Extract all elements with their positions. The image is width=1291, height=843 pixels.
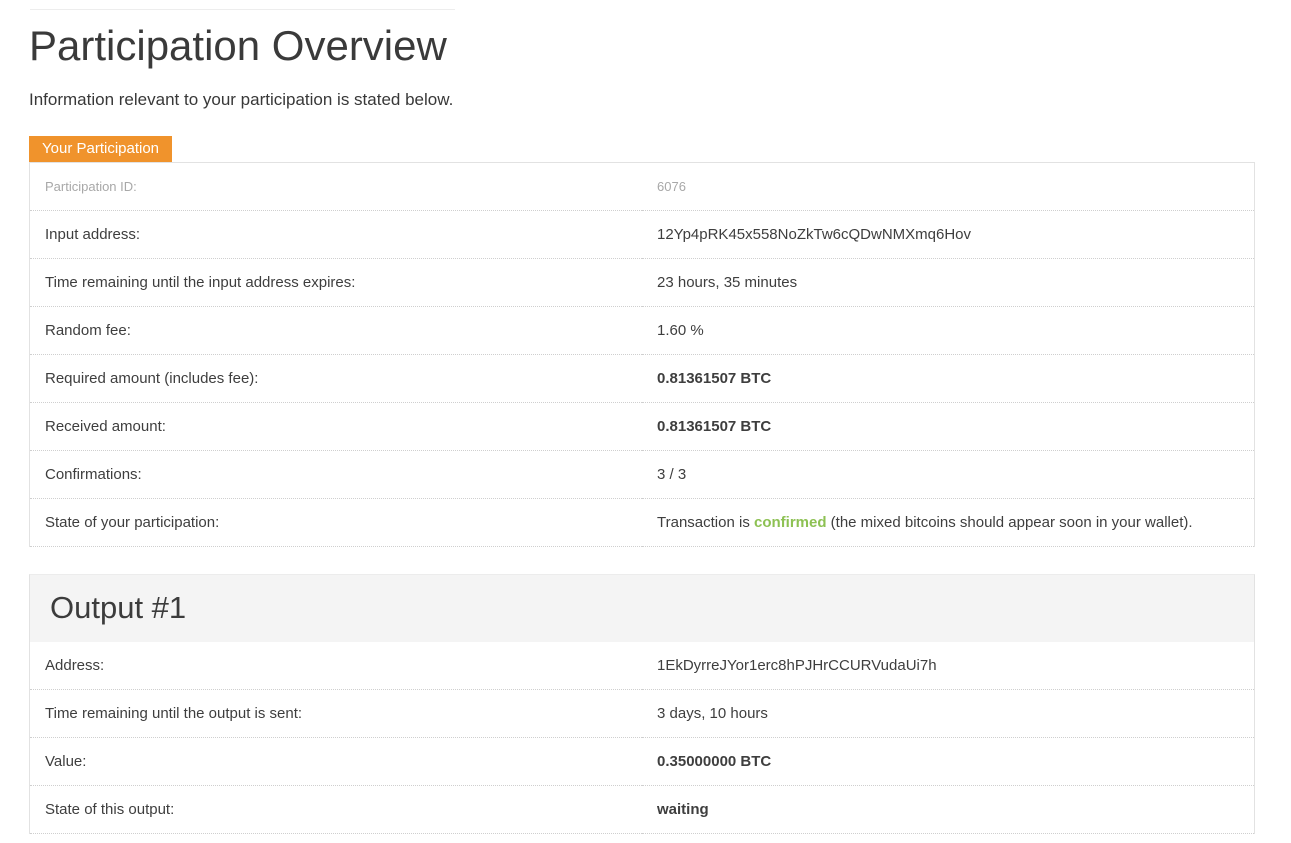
row-label: Value:: [30, 737, 642, 785]
row-label: Confirmations:: [30, 450, 643, 498]
top-divider: [30, 9, 455, 10]
table-row-time-remaining-output: Time remaining until the output is sent:…: [30, 689, 1254, 737]
table-row-time-remaining-input: Time remaining until the input address e…: [30, 258, 1255, 306]
table-row-output-value: Value: 0.35000000 BTC: [30, 737, 1254, 785]
table-row-required-amount: Required amount (includes fee): 0.813615…: [30, 354, 1255, 402]
table-row-received-amount: Received amount: 0.81361507 BTC: [30, 402, 1255, 450]
output-1-table: Address: 1EkDyrreJYor1erc8hPJHrCCURVudaU…: [30, 642, 1254, 834]
row-label: State of your participation:: [30, 498, 643, 546]
row-value: 23 hours, 35 minutes: [642, 258, 1255, 306]
output-1-panel: Output #1 Address: 1EkDyrreJYor1erc8hPJH…: [29, 574, 1255, 834]
row-value: 6076: [642, 162, 1255, 210]
table-row-output-state: State of this output: waiting: [30, 785, 1254, 833]
row-value: 0.35000000 BTC: [642, 737, 1254, 785]
row-value: 1.60 %: [642, 306, 1255, 354]
table-row-input-address: Input address: 12Yp4pRK45x558NoZkTw6cQDw…: [30, 210, 1255, 258]
row-label: Random fee:: [30, 306, 643, 354]
row-label: State of this output:: [30, 785, 642, 833]
row-label: Input address:: [30, 210, 643, 258]
row-value: 12Yp4pRK45x558NoZkTw6cQDwNMXmq6Hov: [642, 210, 1255, 258]
row-value: 3 / 3: [642, 450, 1255, 498]
page-content: Participation Overview Information relev…: [29, 9, 1255, 834]
row-value: 3 days, 10 hours: [642, 689, 1254, 737]
row-value: 1EkDyrreJYor1erc8hPJHrCCURVudaUi7h: [642, 642, 1254, 690]
row-value: 0.81361507 BTC: [642, 354, 1255, 402]
page-title: Participation Overview: [29, 22, 1255, 70]
participation-table: Participation ID: 6076 Input address: 12…: [29, 162, 1255, 547]
row-value: 0.81361507 BTC: [642, 402, 1255, 450]
your-participation-badge: Your Participation: [29, 136, 172, 162]
table-row-confirmations: Confirmations: 3 / 3: [30, 450, 1255, 498]
status-confirmed: confirmed: [754, 514, 827, 531]
row-label: Time remaining until the input address e…: [30, 258, 643, 306]
state-text-suffix: (the mixed bitcoins should appear soon i…: [827, 514, 1193, 531]
page-subtitle: Information relevant to your participati…: [29, 91, 1255, 110]
status-waiting: waiting: [642, 785, 1254, 833]
row-value: Transaction is confirmed (the mixed bitc…: [642, 498, 1255, 546]
table-row-output-address: Address: 1EkDyrreJYor1erc8hPJHrCCURVudaU…: [30, 642, 1254, 690]
output-1-header: Output #1: [30, 575, 1254, 642]
row-label: Participation ID:: [30, 162, 643, 210]
row-label: Required amount (includes fee):: [30, 354, 643, 402]
state-text-prefix: Transaction is: [657, 514, 754, 531]
table-row-participation-id: Participation ID: 6076: [30, 162, 1255, 210]
row-label: Time remaining until the output is sent:: [30, 689, 642, 737]
row-label: Received amount:: [30, 402, 643, 450]
table-row-random-fee: Random fee: 1.60 %: [30, 306, 1255, 354]
table-row-participation-state: State of your participation: Transaction…: [30, 498, 1255, 546]
row-label: Address:: [30, 642, 642, 690]
